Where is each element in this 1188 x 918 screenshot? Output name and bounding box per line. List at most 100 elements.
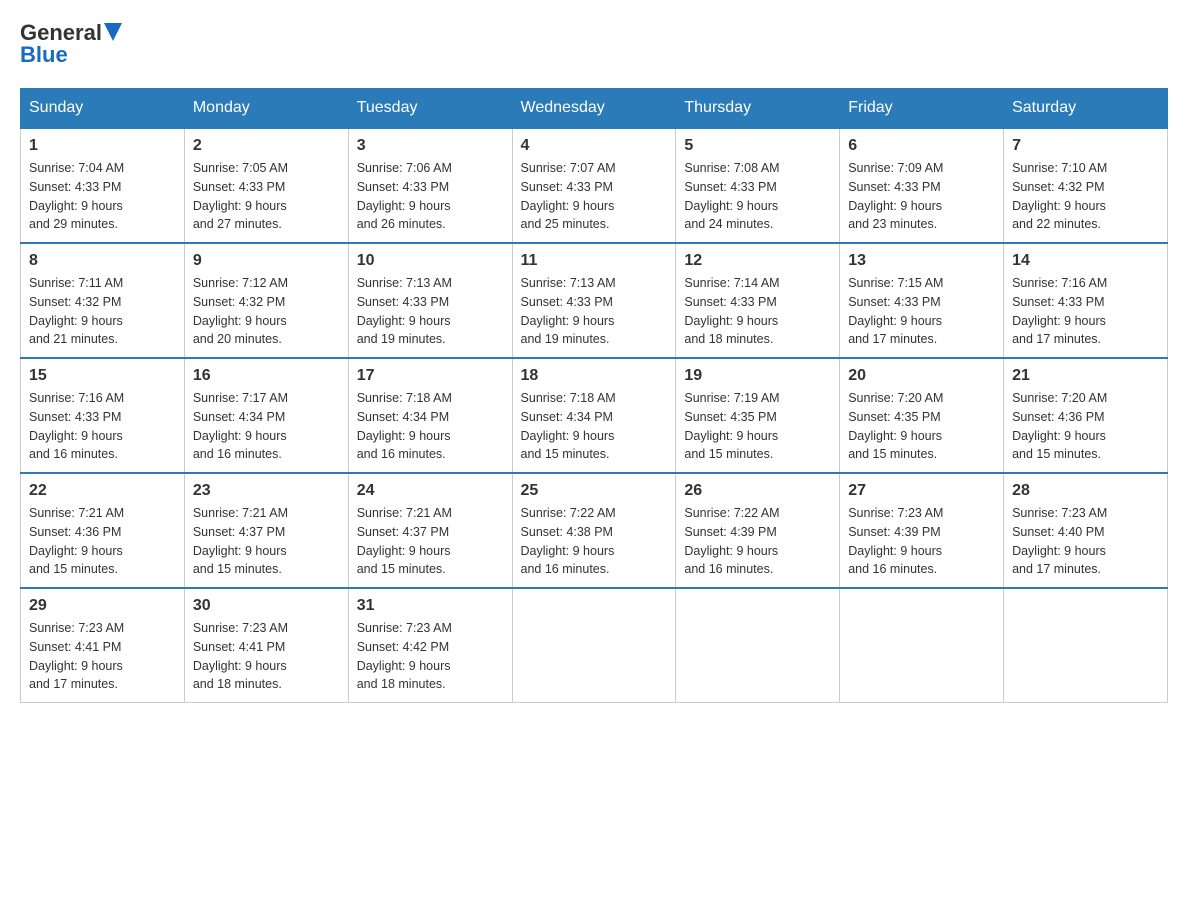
calendar-header-row: SundayMondayTuesdayWednesdayThursdayFrid…	[21, 89, 1168, 129]
week-row-2: 8 Sunrise: 7:11 AM Sunset: 4:32 PM Dayli…	[21, 243, 1168, 358]
day-info: Sunrise: 7:13 AM Sunset: 4:33 PM Dayligh…	[521, 274, 668, 349]
day-number: 25	[521, 482, 668, 500]
day-info: Sunrise: 7:16 AM Sunset: 4:33 PM Dayligh…	[29, 389, 176, 464]
day-info: Sunrise: 7:17 AM Sunset: 4:34 PM Dayligh…	[193, 389, 340, 464]
day-info: Sunrise: 7:04 AM Sunset: 4:33 PM Dayligh…	[29, 159, 176, 234]
day-number: 13	[848, 252, 995, 270]
calendar-cell: 20 Sunrise: 7:20 AM Sunset: 4:35 PM Dayl…	[840, 358, 1004, 473]
day-number: 5	[684, 137, 831, 155]
day-number: 12	[684, 252, 831, 270]
day-number: 18	[521, 367, 668, 385]
day-number: 7	[1012, 137, 1159, 155]
day-number: 27	[848, 482, 995, 500]
calendar-cell: 18 Sunrise: 7:18 AM Sunset: 4:34 PM Dayl…	[512, 358, 676, 473]
day-info: Sunrise: 7:23 AM Sunset: 4:42 PM Dayligh…	[357, 619, 504, 694]
day-info: Sunrise: 7:22 AM Sunset: 4:38 PM Dayligh…	[521, 504, 668, 579]
logo-blue-text: Blue	[20, 42, 68, 68]
week-row-1: 1 Sunrise: 7:04 AM Sunset: 4:33 PM Dayli…	[21, 128, 1168, 243]
day-number: 28	[1012, 482, 1159, 500]
col-header-saturday: Saturday	[1004, 89, 1168, 129]
day-info: Sunrise: 7:10 AM Sunset: 4:32 PM Dayligh…	[1012, 159, 1159, 234]
calendar-cell: 24 Sunrise: 7:21 AM Sunset: 4:37 PM Dayl…	[348, 473, 512, 588]
day-number: 24	[357, 482, 504, 500]
calendar-cell: 6 Sunrise: 7:09 AM Sunset: 4:33 PM Dayli…	[840, 128, 1004, 243]
day-number: 30	[193, 597, 340, 615]
col-header-tuesday: Tuesday	[348, 89, 512, 129]
day-number: 10	[357, 252, 504, 270]
page-header: General Blue	[20, 20, 1168, 68]
day-number: 15	[29, 367, 176, 385]
calendar-cell	[512, 588, 676, 703]
day-number: 23	[193, 482, 340, 500]
week-row-5: 29 Sunrise: 7:23 AM Sunset: 4:41 PM Dayl…	[21, 588, 1168, 703]
day-info: Sunrise: 7:09 AM Sunset: 4:33 PM Dayligh…	[848, 159, 995, 234]
calendar-cell: 16 Sunrise: 7:17 AM Sunset: 4:34 PM Dayl…	[184, 358, 348, 473]
calendar-cell: 8 Sunrise: 7:11 AM Sunset: 4:32 PM Dayli…	[21, 243, 185, 358]
calendar-cell: 29 Sunrise: 7:23 AM Sunset: 4:41 PM Dayl…	[21, 588, 185, 703]
day-number: 16	[193, 367, 340, 385]
day-number: 17	[357, 367, 504, 385]
calendar-table: SundayMondayTuesdayWednesdayThursdayFrid…	[20, 88, 1168, 703]
day-info: Sunrise: 7:07 AM Sunset: 4:33 PM Dayligh…	[521, 159, 668, 234]
calendar-cell: 11 Sunrise: 7:13 AM Sunset: 4:33 PM Dayl…	[512, 243, 676, 358]
day-number: 9	[193, 252, 340, 270]
logo-triangle-icon	[104, 23, 122, 41]
day-number: 1	[29, 137, 176, 155]
day-number: 19	[684, 367, 831, 385]
day-number: 20	[848, 367, 995, 385]
day-info: Sunrise: 7:23 AM Sunset: 4:41 PM Dayligh…	[29, 619, 176, 694]
day-info: Sunrise: 7:21 AM Sunset: 4:37 PM Dayligh…	[193, 504, 340, 579]
day-info: Sunrise: 7:21 AM Sunset: 4:36 PM Dayligh…	[29, 504, 176, 579]
day-number: 11	[521, 252, 668, 270]
calendar-cell: 23 Sunrise: 7:21 AM Sunset: 4:37 PM Dayl…	[184, 473, 348, 588]
calendar-cell: 14 Sunrise: 7:16 AM Sunset: 4:33 PM Dayl…	[1004, 243, 1168, 358]
day-info: Sunrise: 7:14 AM Sunset: 4:33 PM Dayligh…	[684, 274, 831, 349]
day-info: Sunrise: 7:23 AM Sunset: 4:40 PM Dayligh…	[1012, 504, 1159, 579]
calendar-cell: 7 Sunrise: 7:10 AM Sunset: 4:32 PM Dayli…	[1004, 128, 1168, 243]
calendar-cell: 31 Sunrise: 7:23 AM Sunset: 4:42 PM Dayl…	[348, 588, 512, 703]
calendar-cell: 26 Sunrise: 7:22 AM Sunset: 4:39 PM Dayl…	[676, 473, 840, 588]
day-info: Sunrise: 7:05 AM Sunset: 4:33 PM Dayligh…	[193, 159, 340, 234]
day-number: 26	[684, 482, 831, 500]
calendar-cell: 13 Sunrise: 7:15 AM Sunset: 4:33 PM Dayl…	[840, 243, 1004, 358]
day-info: Sunrise: 7:18 AM Sunset: 4:34 PM Dayligh…	[357, 389, 504, 464]
calendar-cell: 17 Sunrise: 7:18 AM Sunset: 4:34 PM Dayl…	[348, 358, 512, 473]
calendar-cell: 5 Sunrise: 7:08 AM Sunset: 4:33 PM Dayli…	[676, 128, 840, 243]
calendar-cell	[676, 588, 840, 703]
col-header-sunday: Sunday	[21, 89, 185, 129]
calendar-cell: 27 Sunrise: 7:23 AM Sunset: 4:39 PM Dayl…	[840, 473, 1004, 588]
col-header-monday: Monday	[184, 89, 348, 129]
calendar-cell: 4 Sunrise: 7:07 AM Sunset: 4:33 PM Dayli…	[512, 128, 676, 243]
calendar-cell	[1004, 588, 1168, 703]
day-number: 31	[357, 597, 504, 615]
calendar-cell: 28 Sunrise: 7:23 AM Sunset: 4:40 PM Dayl…	[1004, 473, 1168, 588]
day-number: 2	[193, 137, 340, 155]
week-row-3: 15 Sunrise: 7:16 AM Sunset: 4:33 PM Dayl…	[21, 358, 1168, 473]
col-header-wednesday: Wednesday	[512, 89, 676, 129]
calendar-cell: 15 Sunrise: 7:16 AM Sunset: 4:33 PM Dayl…	[21, 358, 185, 473]
calendar-cell: 21 Sunrise: 7:20 AM Sunset: 4:36 PM Dayl…	[1004, 358, 1168, 473]
day-info: Sunrise: 7:23 AM Sunset: 4:41 PM Dayligh…	[193, 619, 340, 694]
calendar-cell: 12 Sunrise: 7:14 AM Sunset: 4:33 PM Dayl…	[676, 243, 840, 358]
day-number: 8	[29, 252, 176, 270]
calendar-cell: 25 Sunrise: 7:22 AM Sunset: 4:38 PM Dayl…	[512, 473, 676, 588]
day-info: Sunrise: 7:13 AM Sunset: 4:33 PM Dayligh…	[357, 274, 504, 349]
day-info: Sunrise: 7:20 AM Sunset: 4:36 PM Dayligh…	[1012, 389, 1159, 464]
day-info: Sunrise: 7:19 AM Sunset: 4:35 PM Dayligh…	[684, 389, 831, 464]
calendar-cell: 30 Sunrise: 7:23 AM Sunset: 4:41 PM Dayl…	[184, 588, 348, 703]
day-number: 14	[1012, 252, 1159, 270]
day-info: Sunrise: 7:22 AM Sunset: 4:39 PM Dayligh…	[684, 504, 831, 579]
calendar-cell: 3 Sunrise: 7:06 AM Sunset: 4:33 PM Dayli…	[348, 128, 512, 243]
day-number: 6	[848, 137, 995, 155]
day-info: Sunrise: 7:23 AM Sunset: 4:39 PM Dayligh…	[848, 504, 995, 579]
calendar-cell	[840, 588, 1004, 703]
day-number: 3	[357, 137, 504, 155]
calendar-cell: 2 Sunrise: 7:05 AM Sunset: 4:33 PM Dayli…	[184, 128, 348, 243]
week-row-4: 22 Sunrise: 7:21 AM Sunset: 4:36 PM Dayl…	[21, 473, 1168, 588]
day-number: 4	[521, 137, 668, 155]
col-header-friday: Friday	[840, 89, 1004, 129]
day-info: Sunrise: 7:15 AM Sunset: 4:33 PM Dayligh…	[848, 274, 995, 349]
day-info: Sunrise: 7:16 AM Sunset: 4:33 PM Dayligh…	[1012, 274, 1159, 349]
day-info: Sunrise: 7:18 AM Sunset: 4:34 PM Dayligh…	[521, 389, 668, 464]
day-number: 21	[1012, 367, 1159, 385]
